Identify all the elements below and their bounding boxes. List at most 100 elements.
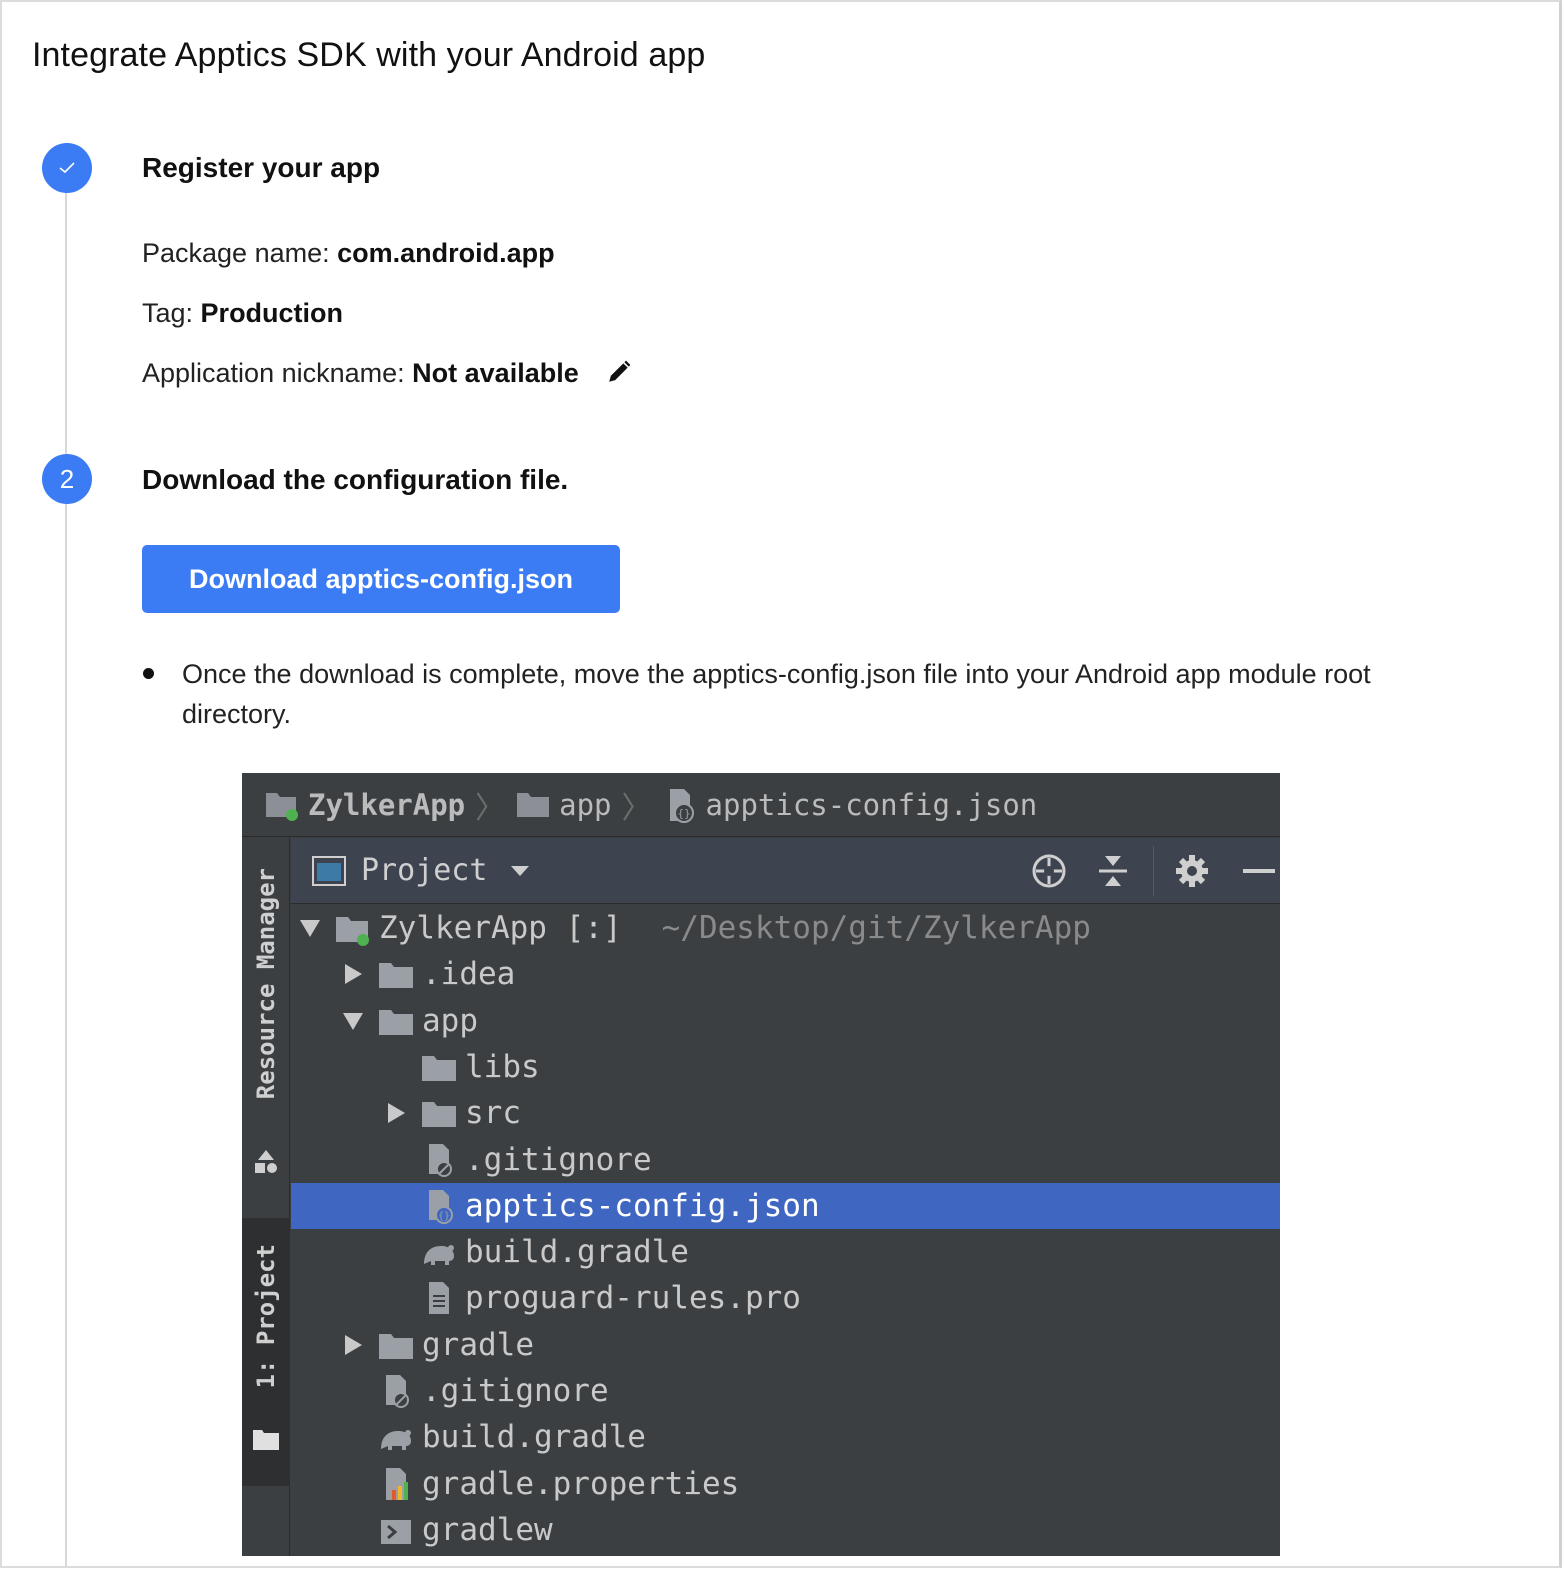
folder-icon <box>422 1102 456 1127</box>
gradle-elephant-icon <box>424 1245 454 1265</box>
breadcrumb-label: apptics-config.json <box>705 787 1038 822</box>
tree-row[interactable]: .idea <box>291 951 1280 997</box>
shapes-icon <box>255 1150 277 1173</box>
svg-text:{}: {} <box>677 807 690 820</box>
tree-row-label: build.gradle <box>465 1234 689 1270</box>
chevron-down-icon[interactable] <box>509 864 531 878</box>
properties-file-icon <box>386 1468 408 1500</box>
download-config-button[interactable]: Download apptics-config.json <box>142 545 620 613</box>
tree-row-label: .gitignore <box>422 1373 609 1409</box>
page-frame: Integrate Apptics SDK with your Android … <box>0 0 1562 1568</box>
collapse-all-icon[interactable] <box>1095 853 1131 889</box>
tree-row-label: src <box>465 1095 521 1131</box>
tag-line: Tag: Production <box>142 298 343 329</box>
folder-icon <box>379 1334 413 1359</box>
bullet-dot <box>143 668 154 679</box>
tree-row-path: ~/Desktop/git/ZylkerApp <box>661 910 1091 946</box>
gitignore-file-icon <box>429 1144 452 1177</box>
step-1-complete-badge <box>42 143 92 193</box>
tree-row-label: apptics-config.json <box>465 1188 820 1224</box>
tree-row[interactable]: {} apptics-config.json <box>291 1183 1280 1229</box>
breadcrumb-label: app <box>559 787 612 822</box>
folder-icon <box>253 1430 279 1450</box>
resource-manager-tab[interactable]: Resource Manager <box>242 858 290 1188</box>
tree-row[interactable]: libs <box>291 1044 1280 1090</box>
step-1-title: Register your app <box>142 152 381 183</box>
ide-side-tool-strip: Resource Manager 1: Project <box>242 838 290 1556</box>
json-file-icon: {} <box>669 788 694 823</box>
tree-row[interactable]: build.gradle <box>291 1229 1280 1275</box>
tree-row[interactable]: src <box>291 1090 1280 1136</box>
expand-triangle-down-icon[interactable] <box>299 917 321 939</box>
tree-row[interactable]: .gitignore <box>291 1137 1280 1183</box>
gradle-elephant-icon <box>381 1430 411 1450</box>
package-name-line: Package name: com.android.app <box>142 238 555 269</box>
expand-triangle-down-icon[interactable] <box>342 1010 364 1032</box>
project-tab-label: 1: Project <box>252 1244 280 1389</box>
gitignore-file-icon <box>386 1375 409 1408</box>
project-tree: ZylkerApp [:] ~/Desktop/git/ZylkerApp .ide… <box>291 905 1280 1556</box>
breadcrumb-separator: 〉 <box>621 790 652 826</box>
expand-triangle-right-icon[interactable] <box>342 1334 364 1356</box>
breadcrumb-separator: 〉 <box>475 790 506 826</box>
ide-breadcrumb: ZylkerApp 〉 app 〉 {} apptics-config.json <box>242 773 1280 837</box>
project-tab[interactable]: 1: Project <box>242 1218 290 1486</box>
folder-icon <box>379 1010 413 1035</box>
project-view-icon <box>312 855 346 886</box>
nickname-value: Not available <box>412 358 579 388</box>
tree-row-label: .gitignore <box>465 1142 652 1178</box>
locate-icon[interactable] <box>1031 853 1067 889</box>
breadcrumb-item-project: ZylkerApp <box>264 788 465 822</box>
gear-icon[interactable] <box>1174 853 1210 889</box>
svg-text:{}: {} <box>438 1211 450 1222</box>
tree-row[interactable]: proguard-rules.pro <box>291 1275 1280 1321</box>
bullet-text: Once the download is complete, move the … <box>182 659 1371 729</box>
toolbar-divider <box>1153 846 1154 896</box>
package-name-label: Package name: <box>142 238 338 268</box>
ide-screenshot: ZylkerApp 〉 app 〉 {} apptics-config.json <box>242 773 1280 1556</box>
tree-row-label: .idea <box>422 956 516 992</box>
tree-row[interactable]: gradlew <box>291 1507 1280 1553</box>
tree-row-label: gradle <box>422 1327 534 1363</box>
breadcrumb-item-file: {} apptics-config.json <box>662 787 1038 823</box>
check-icon <box>59 162 75 174</box>
folder-icon <box>517 792 550 817</box>
tag-value: Production <box>200 298 344 328</box>
timeline-line <box>65 192 67 1566</box>
step-2-title: Download the configuration file. <box>142 464 569 495</box>
nickname-line: Application nickname: Not available <box>142 358 632 389</box>
tree-row-label: gradlew <box>422 1512 553 1548</box>
tree-row-label: ZylkerApp [:] <box>379 910 622 946</box>
expand-triangle-right-icon[interactable] <box>342 963 364 985</box>
json-file-icon: {} <box>429 1190 453 1224</box>
tree-row[interactable]: gradle <box>291 1322 1280 1368</box>
tree-row[interactable]: .gitignore <box>291 1368 1280 1414</box>
nickname-label: Application nickname: <box>142 358 413 388</box>
project-toolbar: Project <box>291 838 1280 904</box>
script-file-icon <box>381 1520 411 1544</box>
pencil-icon[interactable] <box>606 359 632 385</box>
breadcrumb-item-app: app <box>515 787 612 822</box>
resource-manager-label: Resource Manager <box>252 868 280 1100</box>
tree-row[interactable]: build.gradle <box>291 1414 1280 1460</box>
tree-row-label: app <box>422 1003 478 1039</box>
module-folder-icon <box>336 917 369 946</box>
tag-label: Tag: <box>142 298 201 328</box>
package-name-value: com.android.app <box>337 238 555 268</box>
page-title: Integrate Apptics SDK with your Android … <box>32 36 706 74</box>
tree-row[interactable]: ZylkerApp [:] ~/Desktop/git/ZylkerApp <box>291 905 1280 951</box>
tree-row-label: build.gradle <box>422 1419 646 1455</box>
tree-row[interactable]: gradle.properties <box>291 1461 1280 1507</box>
project-view-label[interactable]: Project <box>361 853 487 888</box>
breadcrumb-label: ZylkerApp <box>308 787 466 822</box>
folder-icon <box>422 1056 456 1081</box>
step-2-badge: 2 <box>42 454 92 504</box>
minimize-icon[interactable] <box>1241 853 1277 889</box>
tree-row-label: proguard-rules.pro <box>465 1280 801 1316</box>
tree-row-label: libs <box>465 1049 540 1085</box>
folder-icon <box>379 963 413 988</box>
module-folder-icon <box>266 792 298 821</box>
text-file-icon <box>429 1282 449 1314</box>
tree-row[interactable]: app <box>291 998 1280 1044</box>
expand-triangle-right-icon[interactable] <box>385 1102 407 1124</box>
